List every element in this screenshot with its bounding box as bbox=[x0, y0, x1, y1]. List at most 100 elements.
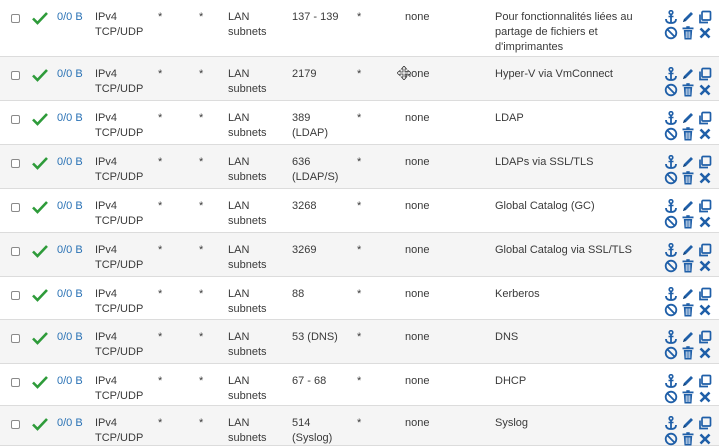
trash-icon[interactable] bbox=[681, 215, 695, 229]
close-icon[interactable] bbox=[698, 127, 712, 141]
close-icon[interactable] bbox=[698, 390, 712, 404]
trash-icon[interactable] bbox=[681, 346, 695, 360]
states-link[interactable]: 0/0 B bbox=[57, 155, 83, 170]
copy-icon[interactable] bbox=[698, 199, 712, 213]
anchor-icon[interactable] bbox=[664, 287, 678, 301]
check-icon[interactable] bbox=[32, 288, 48, 302]
copy-icon[interactable] bbox=[698, 243, 712, 257]
rule-row[interactable]: 0/0 B IPv4 TCP/UDP * * LAN subnets 514 (Syslog) *… bbox=[0, 406, 719, 446]
select-checkbox[interactable] bbox=[11, 291, 20, 300]
rule-row[interactable]: 0/0 B IPv4 TCP/UDP * * LAN subnets 636 (LDAP/S) *… bbox=[0, 145, 719, 189]
check-icon[interactable] bbox=[32, 200, 48, 214]
anchor-icon[interactable] bbox=[664, 111, 678, 125]
check-icon[interactable] bbox=[32, 244, 48, 258]
select-checkbox[interactable] bbox=[11, 247, 20, 256]
anchor-icon[interactable] bbox=[664, 243, 678, 257]
states-link[interactable]: 0/0 B bbox=[57, 243, 83, 258]
check-icon[interactable] bbox=[32, 156, 48, 170]
states-link[interactable]: 0/0 B bbox=[57, 111, 83, 126]
anchor-icon[interactable] bbox=[664, 10, 678, 24]
trash-icon[interactable] bbox=[681, 390, 695, 404]
trash-icon[interactable] bbox=[681, 171, 695, 185]
close-icon[interactable] bbox=[698, 83, 712, 97]
anchor-icon[interactable] bbox=[664, 155, 678, 169]
select-checkbox[interactable] bbox=[11, 14, 20, 23]
pencil-icon[interactable] bbox=[681, 374, 695, 388]
pencil-icon[interactable] bbox=[681, 111, 695, 125]
rule-row[interactable]: 0/0 B IPv4 TCP/UDP * * LAN subnets 137 - 139 * no… bbox=[0, 0, 719, 57]
trash-icon[interactable] bbox=[681, 432, 695, 446]
trash-icon[interactable] bbox=[681, 83, 695, 97]
states-link[interactable]: 0/0 B bbox=[57, 330, 83, 345]
trash-icon[interactable] bbox=[681, 127, 695, 141]
pencil-icon[interactable] bbox=[681, 416, 695, 430]
copy-icon[interactable] bbox=[698, 287, 712, 301]
check-icon[interactable] bbox=[32, 375, 48, 389]
check-icon[interactable] bbox=[32, 112, 48, 126]
copy-icon[interactable] bbox=[698, 374, 712, 388]
pencil-icon[interactable] bbox=[681, 330, 695, 344]
check-icon[interactable] bbox=[32, 11, 48, 25]
states-link[interactable]: 0/0 B bbox=[57, 374, 83, 389]
select-checkbox[interactable] bbox=[11, 71, 20, 80]
copy-icon[interactable] bbox=[698, 155, 712, 169]
close-icon[interactable] bbox=[698, 259, 712, 273]
rule-row[interactable]: 0/0 B IPv4 TCP/UDP * * LAN subnets 67 - 68 * none… bbox=[0, 364, 719, 406]
pencil-icon[interactable] bbox=[681, 199, 695, 213]
states-link[interactable]: 0/0 B bbox=[57, 199, 83, 214]
states-link[interactable]: 0/0 B bbox=[57, 10, 83, 25]
rule-row[interactable]: 0/0 B IPv4 TCP/UDP * * LAN subnets 3268 * none Glo… bbox=[0, 189, 719, 233]
select-checkbox[interactable] bbox=[11, 159, 20, 168]
anchor-icon[interactable] bbox=[664, 416, 678, 430]
disable-icon[interactable] bbox=[664, 83, 678, 97]
select-checkbox[interactable] bbox=[11, 203, 20, 212]
disable-icon[interactable] bbox=[664, 303, 678, 317]
disable-icon[interactable] bbox=[664, 432, 678, 446]
pencil-icon[interactable] bbox=[681, 10, 695, 24]
close-icon[interactable] bbox=[698, 171, 712, 185]
trash-icon[interactable] bbox=[681, 259, 695, 273]
rule-row[interactable]: 0/0 B IPv4 TCP/UDP * * LAN subnets 2179 * none Hyp… bbox=[0, 57, 719, 101]
close-icon[interactable] bbox=[698, 432, 712, 446]
anchor-icon[interactable] bbox=[664, 374, 678, 388]
states-link[interactable]: 0/0 B bbox=[57, 67, 83, 82]
trash-icon[interactable] bbox=[681, 303, 695, 317]
close-icon[interactable] bbox=[698, 26, 712, 40]
states-link[interactable]: 0/0 B bbox=[57, 416, 83, 431]
close-icon[interactable] bbox=[698, 346, 712, 360]
rule-row[interactable]: 0/0 B IPv4 TCP/UDP * * LAN subnets 3269 * none Glo… bbox=[0, 233, 719, 277]
copy-icon[interactable] bbox=[698, 416, 712, 430]
check-icon[interactable] bbox=[32, 68, 48, 82]
copy-icon[interactable] bbox=[698, 330, 712, 344]
disable-icon[interactable] bbox=[664, 346, 678, 360]
copy-icon[interactable] bbox=[698, 67, 712, 81]
anchor-icon[interactable] bbox=[664, 199, 678, 213]
select-checkbox[interactable] bbox=[11, 334, 20, 343]
disable-icon[interactable] bbox=[664, 390, 678, 404]
check-icon[interactable] bbox=[32, 417, 48, 431]
close-icon[interactable] bbox=[698, 303, 712, 317]
pencil-icon[interactable] bbox=[681, 155, 695, 169]
rule-row[interactable]: 0/0 B IPv4 TCP/UDP * * LAN subnets 53 (DNS) * non… bbox=[0, 320, 719, 364]
pencil-icon[interactable] bbox=[681, 67, 695, 81]
close-icon[interactable] bbox=[698, 215, 712, 229]
select-checkbox[interactable] bbox=[11, 115, 20, 124]
disable-icon[interactable] bbox=[664, 127, 678, 141]
pencil-icon[interactable] bbox=[681, 287, 695, 301]
disable-icon[interactable] bbox=[664, 215, 678, 229]
anchor-icon[interactable] bbox=[664, 67, 678, 81]
disable-icon[interactable] bbox=[664, 26, 678, 40]
select-checkbox[interactable] bbox=[11, 378, 20, 387]
anchor-icon[interactable] bbox=[664, 330, 678, 344]
disable-icon[interactable] bbox=[664, 171, 678, 185]
copy-icon[interactable] bbox=[698, 111, 712, 125]
rule-row[interactable]: 0/0 B IPv4 TCP/UDP * * LAN subnets 389 (LDAP) * no… bbox=[0, 101, 719, 145]
pencil-icon[interactable] bbox=[681, 243, 695, 257]
check-icon[interactable] bbox=[32, 331, 48, 345]
select-checkbox[interactable] bbox=[11, 420, 20, 429]
trash-icon[interactable] bbox=[681, 26, 695, 40]
states-link[interactable]: 0/0 B bbox=[57, 287, 83, 302]
rule-row[interactable]: 0/0 B IPv4 TCP/UDP * * LAN subnets 88 * none Kerbe… bbox=[0, 277, 719, 320]
copy-icon[interactable] bbox=[698, 10, 712, 24]
disable-icon[interactable] bbox=[664, 259, 678, 273]
